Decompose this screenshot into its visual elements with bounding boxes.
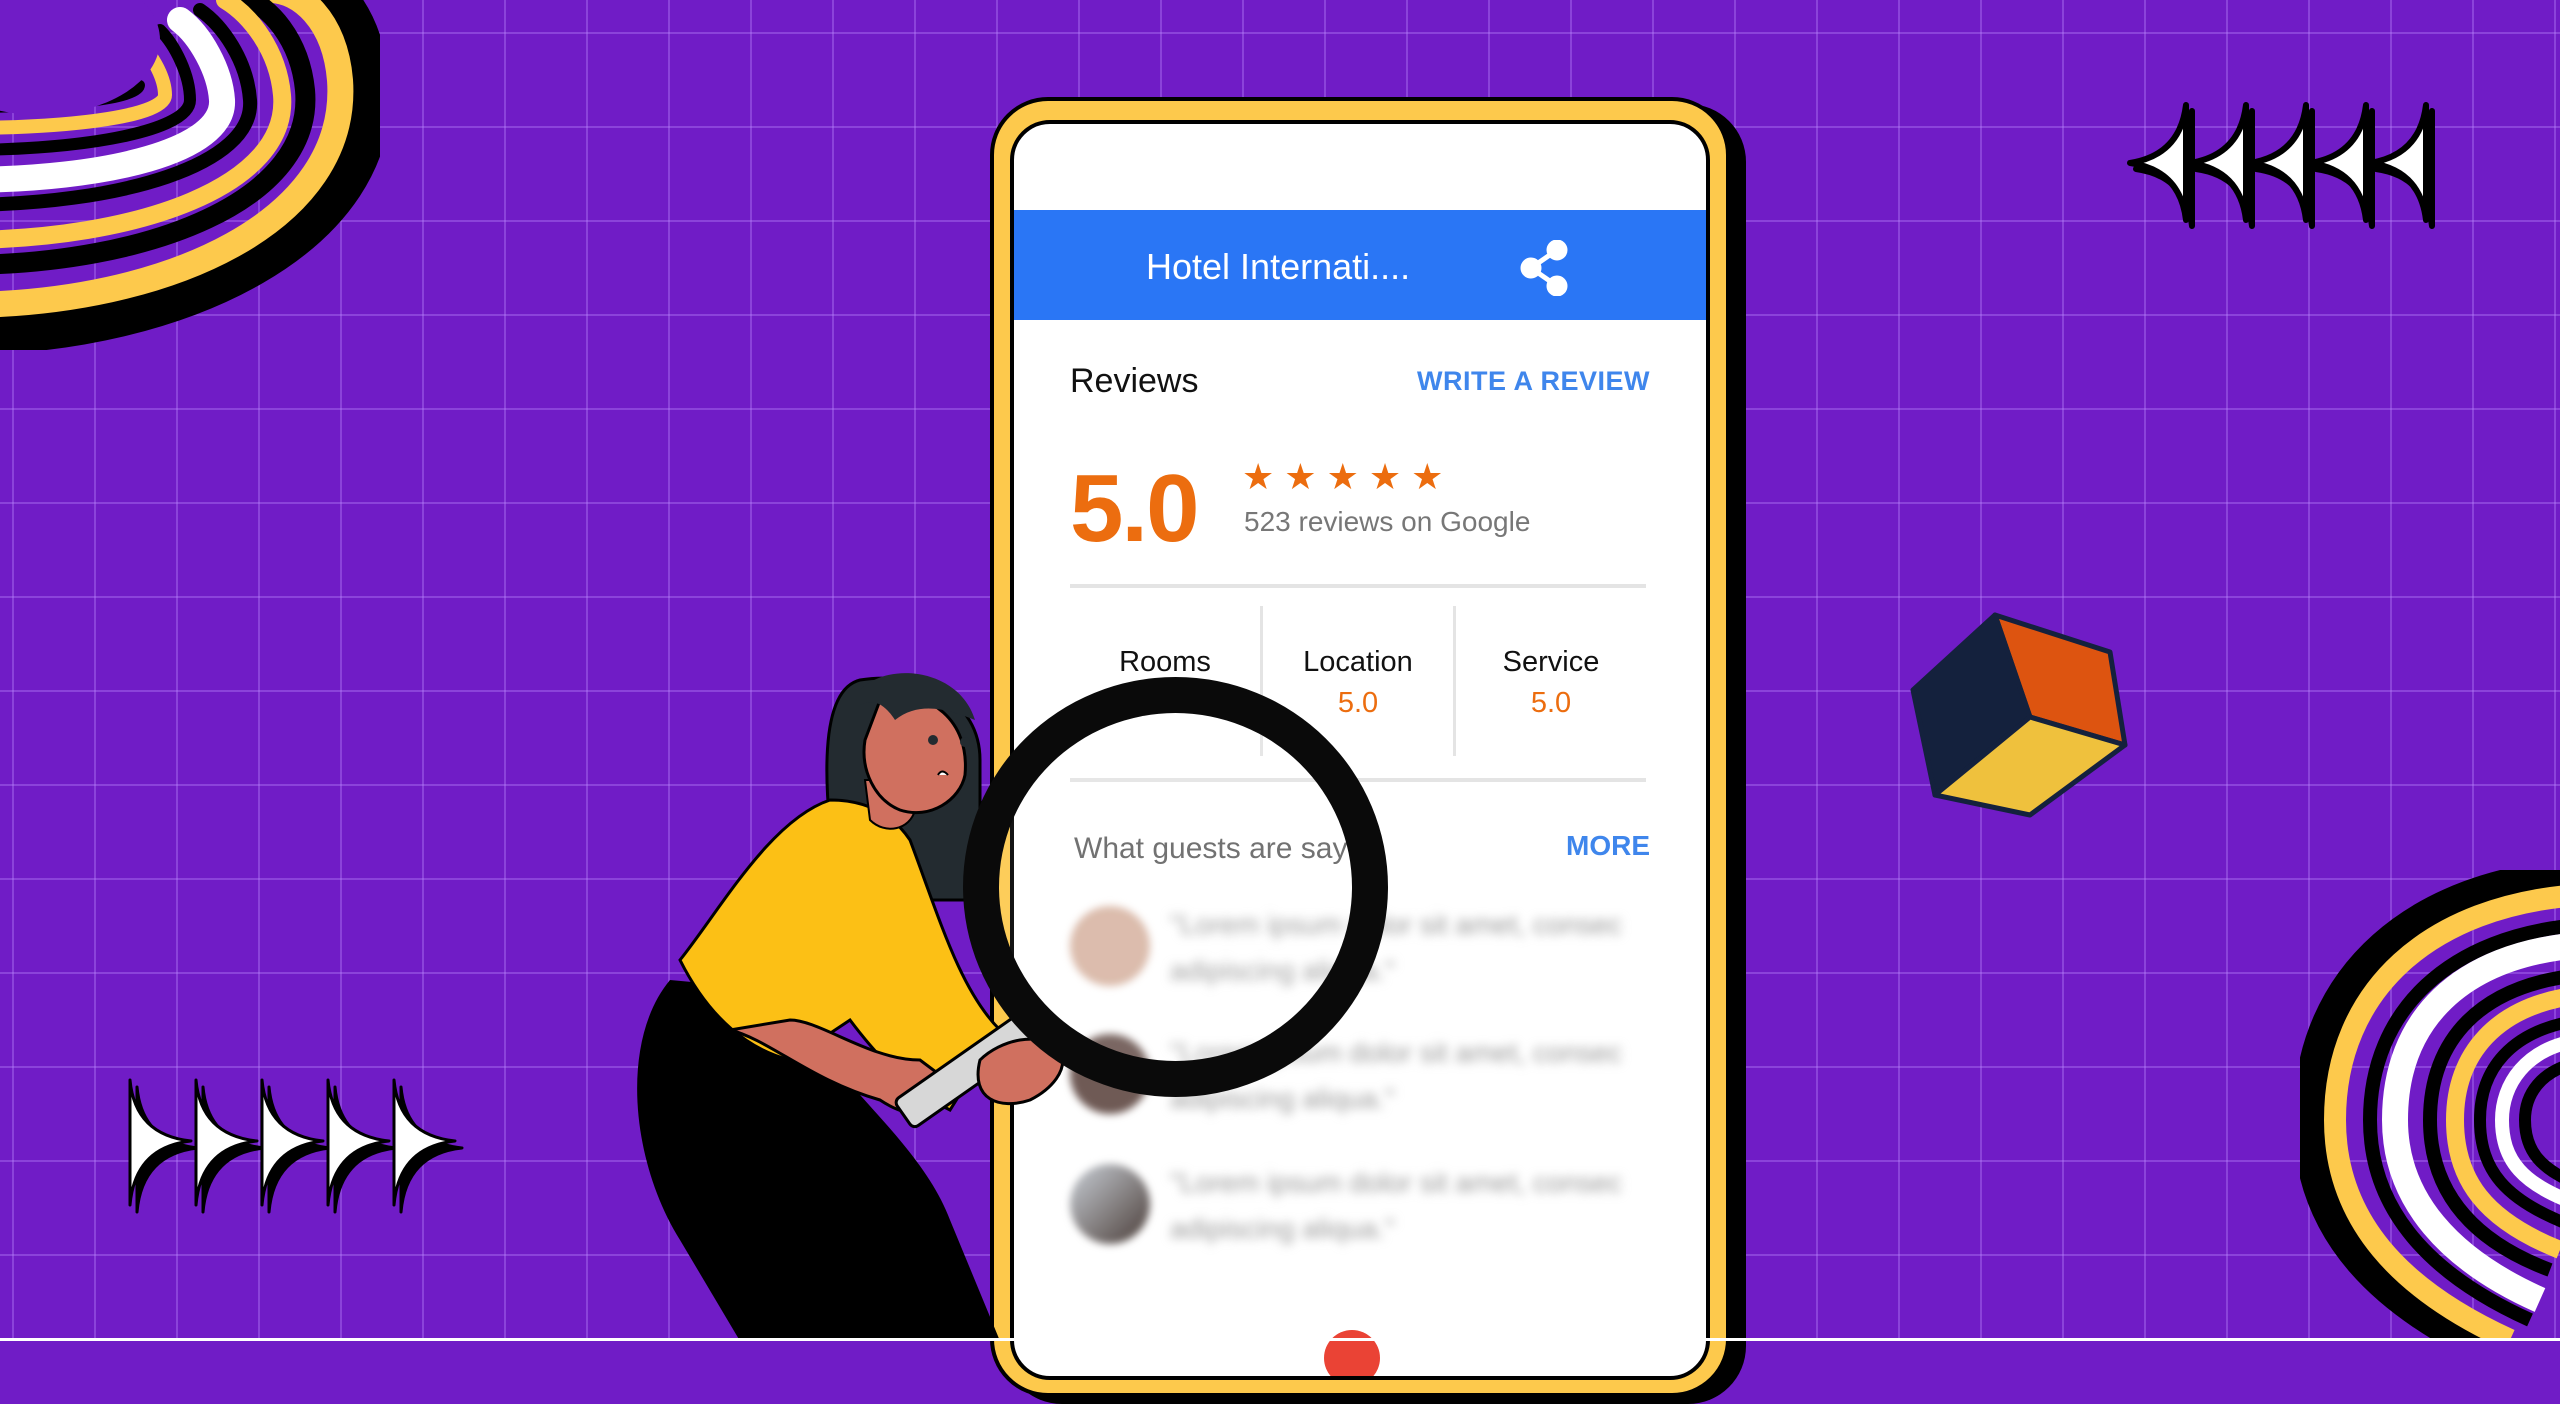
magnifying-glass-lens <box>963 677 1388 1097</box>
app-bar: Hotel Internati.... <box>1014 210 1706 320</box>
star-icon: ★ <box>1411 456 1444 497</box>
star-icon: ★ <box>1242 456 1275 497</box>
arrows-right-decoration <box>128 1078 464 1214</box>
divider <box>1070 584 1646 588</box>
category-service: Service 5.0 <box>1453 606 1646 756</box>
overall-rating: 5.0 <box>1070 455 1199 562</box>
striped-torus-top-left <box>0 0 380 350</box>
category-score: 5.0 <box>1530 687 1572 719</box>
striped-torus-bottom-right <box>2300 870 2560 1340</box>
star-icon: ★ <box>1368 456 1402 497</box>
review-item[interactable]: "Lorem ipsum dolor sit amet, consec adip… <box>1070 1164 1670 1264</box>
category-label: Service <box>1502 646 1600 678</box>
write-review-button[interactable]: WRITE A REVIEW <box>1417 366 1650 397</box>
star-icon: ★ <box>1284 456 1317 497</box>
reviews-heading: Reviews <box>1070 362 1199 400</box>
share-icon[interactable] <box>1519 240 1571 296</box>
category-label: Location <box>1303 646 1413 678</box>
review-text: "Lorem ipsum dolor sit amet, consec adip… <box>1170 1167 1622 1244</box>
hotel-title: Hotel Internati.... <box>1146 246 1411 287</box>
star-rating: ★ ★ ★ ★ ★ <box>1242 459 1443 495</box>
star-icon: ★ <box>1326 456 1359 497</box>
arrows-left-decoration <box>2127 102 2435 229</box>
cube-decoration <box>1910 612 2128 818</box>
more-button[interactable]: MORE <box>1566 830 1650 862</box>
reviews-count: 523 reviews on Google <box>1244 506 1531 537</box>
